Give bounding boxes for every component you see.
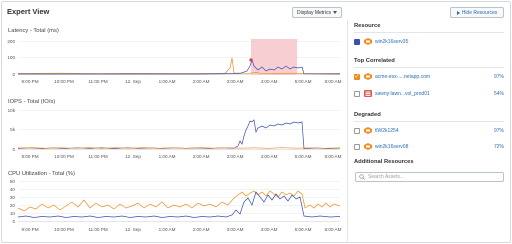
additional-resources-title: Additional Resources [354, 159, 414, 165]
y-tick: 5k [10, 127, 16, 132]
volume-icon [364, 90, 372, 97]
iops-chart: 10k 5k 0 9:00 PM 10:00 PM 11:00 PM 12. S… [8, 108, 342, 159]
y-tick: 10k [8, 108, 16, 113]
search-icon [359, 174, 365, 180]
y-tick: 40 [10, 187, 16, 192]
x-tick: 2:00 AM [193, 227, 210, 232]
x-tick: 12. Sep [125, 154, 141, 159]
host-icon [364, 73, 372, 80]
hide-resources-button[interactable]: Hide Resources [450, 7, 504, 18]
resource-section-title: Resource [354, 23, 381, 29]
x-tick: 12. Sep [125, 227, 141, 232]
latency-chart-title: Latency - Total (ms) [8, 28, 59, 34]
chevron-down-icon [332, 11, 337, 14]
degraded-item[interactable]: win2k16serv08 72% [354, 142, 504, 151]
degraded-name[interactable]: win2k16serv08 [375, 144, 494, 150]
x-tick: 11:00 PM [88, 227, 107, 232]
x-tick: 4:00 AM [261, 154, 278, 159]
x-tick: 3:00 AM [227, 227, 244, 232]
x-tick: 10:00 PM [54, 154, 74, 159]
x-tick: 5:00 AM [295, 154, 312, 159]
x-tick: 6:00 AM [325, 79, 342, 84]
panel-divider [347, 20, 348, 242]
hide-resources-label: Hide Resources [461, 9, 498, 16]
host-icon [364, 127, 372, 134]
checkbox-checked[interactable]: ✓ [354, 73, 360, 80]
display-metrics-label: Display Metrics [297, 9, 331, 16]
search-placeholder: Search Assets... [368, 174, 405, 180]
y-tick: 30 [10, 195, 16, 200]
correlated-item[interactable]: sawny:lawn...vol_prod01 54% [354, 89, 504, 98]
x-tick: 6:00 AM [325, 154, 342, 159]
x-tick: 10:00 PM [54, 227, 74, 232]
x-tick: 1:00 AM [159, 79, 176, 84]
x-tick: 3:00 AM [227, 79, 244, 84]
x-tick: 4:00 AM [261, 227, 278, 232]
cpu-chart-title: CPU Utilization - Total (%) [8, 171, 75, 177]
y-tick: 20 [10, 203, 16, 208]
y-tick: 0 [12, 219, 15, 224]
x-tick: 1:00 AM [159, 227, 176, 232]
x-tick: 3:00 AM [227, 154, 244, 159]
checkbox[interactable] [354, 90, 360, 97]
x-tick: 12. Sep [125, 79, 141, 84]
degraded-pct: 72% [493, 143, 504, 150]
y-tick: 200 [7, 39, 15, 44]
correlation-pct: 54% [493, 90, 504, 97]
x-tick: 2:00 AM [193, 79, 210, 84]
x-tick: 11:00 PM [88, 154, 107, 159]
y-tick: 10 [10, 211, 16, 216]
search-assets-input[interactable]: Search Assets... [355, 172, 504, 182]
host-icon [364, 143, 372, 150]
y-tick: 50 [10, 179, 16, 184]
section-divider [354, 121, 504, 122]
degraded-item[interactable]: tlW2k1254 97% [354, 126, 504, 135]
server-icon [364, 38, 372, 45]
x-tick: 11:00 PM [88, 79, 107, 84]
checkbox[interactable] [354, 127, 360, 134]
x-tick: 1:00 AM [159, 154, 176, 159]
x-tick: 9:00 PM [21, 227, 38, 232]
correlated-name[interactable]: sawny:lawn...vol_prod01 [375, 91, 494, 97]
resource-color-swatch [354, 38, 360, 45]
correlated-name[interactable]: acme-esx-....netapp.com [375, 74, 494, 80]
y-tick: 0 [12, 147, 15, 152]
x-tick: 2:00 AM [193, 154, 210, 159]
iops-chart-title: IOPS - Total (IO/s) [8, 99, 56, 105]
correlated-item[interactable]: ✓ acme-esx-....netapp.com 97% [354, 72, 504, 81]
cpu-chart: 50 40 30 20 10 0 9:00 PM 10:00 PM 11:00 … [10, 179, 342, 232]
x-tick: 9:00 PM [21, 79, 38, 84]
page-title: Expert View [7, 7, 50, 16]
anomaly-marker [249, 58, 253, 62]
x-tick: 6:00 AM [325, 227, 342, 232]
resource-name[interactable]: win2k16serv35 [375, 39, 504, 45]
y-tick: 0 [12, 72, 15, 77]
y-tick: 100 [7, 55, 15, 60]
display-metrics-button[interactable]: Display Metrics [292, 7, 342, 18]
x-tick: 10:00 PM [54, 79, 74, 84]
x-tick: 5:00 AM [295, 79, 312, 84]
top-correlated-title: Top Correlated [354, 58, 395, 64]
correlation-pct: 97% [493, 73, 504, 80]
degraded-name[interactable]: tlW2k1254 [375, 128, 494, 134]
section-divider [354, 67, 504, 68]
x-tick: 5:00 AM [295, 227, 312, 232]
chevron-right-icon [456, 10, 460, 15]
resource-item[interactable]: win2k16serv35 [354, 37, 504, 46]
degraded-pct: 97% [493, 127, 504, 134]
degraded-title: Degraded [354, 112, 381, 118]
latency-chart: 200 100 0 9:00 PM 10:00 PM 11:00 PM 12. … [7, 39, 342, 84]
x-tick: 9:00 PM [21, 154, 38, 159]
x-tick: 4:00 AM [261, 79, 278, 84]
checkbox[interactable] [354, 143, 360, 150]
section-divider [354, 32, 504, 33]
